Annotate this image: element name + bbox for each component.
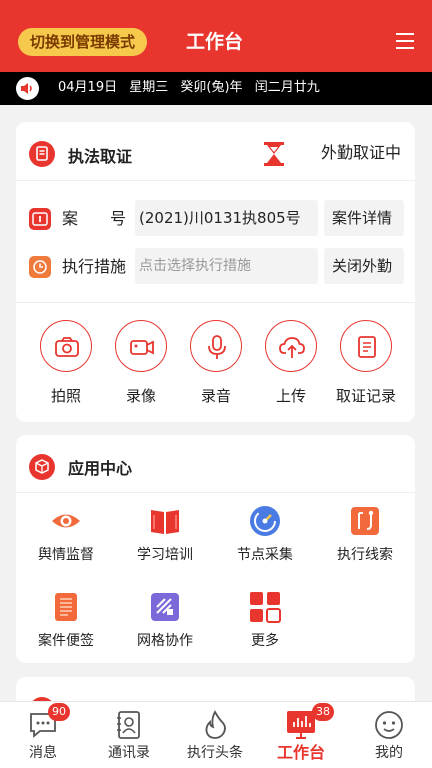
nav-label: 我的 [375, 745, 403, 761]
date-line: 04月19日 星期三 癸卯(兔)年 闰二月廿九 [58, 79, 328, 97]
profile-face-icon [374, 710, 404, 740]
measure-clock-icon [29, 256, 51, 278]
workbench-badge: 38 [312, 703, 334, 721]
app-label: 学习培训 [137, 547, 193, 563]
case-number-value: (2021)川0131执805号 [135, 200, 318, 236]
case-number-icon [29, 208, 51, 230]
case-detail-button[interactable]: 案件详情 [324, 200, 404, 236]
divider [16, 492, 415, 493]
app-label: 案件便签 [38, 633, 94, 649]
app-center-card: 应用中心 舆情监督 学习培训 节点采集 执行线索 案件便签 网格协作 更多 [16, 435, 415, 663]
cloud-upload-icon[interactable] [265, 320, 317, 372]
switch-mode-button[interactable]: 切换到管理模式 [18, 28, 148, 56]
action-label: 录像 [125, 387, 156, 405]
contacts-icon [114, 710, 144, 740]
nav-headlines[interactable]: 执行头条 [172, 702, 258, 768]
grid-collab-icon [149, 591, 181, 623]
nav-label: 消息 [29, 745, 57, 761]
bottom-nav: 90 消息 通讯录 执行头条 38 工作台 我的 [0, 701, 432, 768]
nav-label: 执行头条 [187, 745, 243, 761]
action-photo[interactable]: 拍照 [36, 320, 96, 406]
more-grid-icon [249, 591, 281, 623]
nav-label: 通讯录 [108, 745, 150, 761]
clue-icon [349, 505, 381, 537]
record-list-icon[interactable] [340, 320, 392, 372]
action-audio[interactable]: 录音 [186, 320, 246, 406]
divider [16, 302, 415, 303]
case-number-label: 案 号 [62, 209, 127, 228]
app-label: 网格协作 [137, 633, 193, 649]
notepad-icon [50, 591, 82, 623]
action-label: 录音 [200, 387, 231, 405]
action-label: 取证记录 [336, 387, 397, 405]
close-outwork-button[interactable]: 关闭外勤 [324, 248, 404, 284]
divider [16, 180, 415, 181]
app-center-icon [29, 454, 55, 480]
weekday-value: 星期三 [129, 80, 169, 95]
speaker-icon[interactable] [16, 77, 39, 100]
eye-icon [50, 505, 82, 537]
nav-label: 工作台 [276, 743, 325, 762]
microphone-icon[interactable] [190, 320, 242, 372]
measure-label: 执行措施 [62, 257, 127, 276]
flame-icon [200, 710, 230, 740]
camera-icon[interactable] [40, 320, 92, 372]
app-center-title: 应用中心 [68, 459, 133, 478]
evidence-title: 执法取证 [68, 147, 133, 166]
app-training[interactable]: 学习培训 [125, 505, 205, 565]
action-upload[interactable]: 上传 [261, 320, 321, 406]
app-label: 执行线索 [337, 547, 393, 563]
action-video[interactable]: 录像 [111, 320, 171, 406]
hourglass-icon [263, 141, 285, 167]
hamburger-menu-icon[interactable] [396, 33, 414, 49]
evidence-card: 执法取证 外勤取证中 案 号 (2021)川0131执805号 案件详情 执行措… [16, 122, 415, 422]
app-clues[interactable]: 执行线索 [325, 505, 405, 565]
lunar-value: 闰二月廿九 [254, 80, 320, 95]
workbench-icon: 38 [286, 703, 334, 740]
video-camera-icon[interactable] [115, 320, 167, 372]
app-case-notes[interactable]: 案件便签 [26, 591, 106, 651]
action-label: 上传 [275, 387, 306, 405]
app-grid-collab[interactable]: 网格协作 [125, 591, 205, 651]
evidence-section-icon [29, 141, 55, 167]
page-title: 工作台 [186, 31, 244, 53]
book-icon [149, 505, 181, 537]
nav-workbench[interactable]: 38 工作台 [258, 702, 344, 768]
gauge-icon [249, 505, 281, 537]
date-value: 04月19日 [58, 80, 118, 95]
action-records[interactable]: 取证记录 [336, 320, 396, 406]
app-node-collect[interactable]: 节点采集 [225, 505, 305, 565]
outwork-status[interactable]: 外勤取证中 [321, 142, 415, 164]
app-more[interactable]: 更多 [225, 591, 305, 651]
nav-messages[interactable]: 90 消息 [0, 702, 86, 768]
date-bar: 04月19日 星期三 癸卯(兔)年 闰二月廿九 [0, 72, 432, 105]
app-public-opinion[interactable]: 舆情监督 [26, 505, 106, 565]
app-label: 更多 [251, 633, 279, 649]
nav-profile[interactable]: 我的 [346, 702, 432, 768]
action-label: 拍照 [50, 387, 81, 405]
app-label: 节点采集 [237, 547, 293, 563]
measure-select[interactable]: 点击选择执行措施 [135, 248, 318, 284]
message-icon: 90 [28, 703, 70, 740]
app-label: 舆情监督 [38, 547, 94, 563]
app-header: 切换到管理模式 工作台 [0, 0, 432, 72]
nav-contacts[interactable]: 通讯录 [86, 702, 172, 768]
year-value: 癸卯(兔)年 [180, 80, 243, 95]
message-badge: 90 [48, 703, 70, 721]
